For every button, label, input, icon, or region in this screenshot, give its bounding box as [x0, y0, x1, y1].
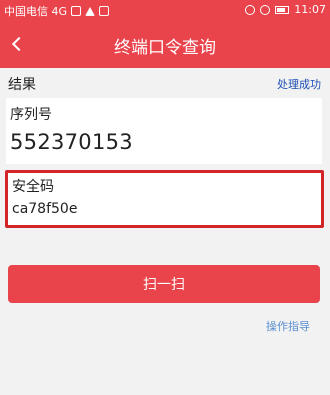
image-icon: [99, 6, 110, 16]
clock-text: 11:07: [294, 3, 326, 16]
serial-number-value: 552370153: [10, 130, 133, 154]
battery-icon: [275, 5, 290, 14]
serial-number-field: 序列号 552370153: [6, 98, 322, 164]
signal-icon: [71, 6, 82, 16]
alarm-icon: [245, 4, 256, 15]
security-code-value: ca78f50e: [12, 201, 78, 217]
wifi-icon: [260, 4, 271, 15]
serial-number-label: 序列号: [10, 107, 52, 123]
operation-guide-link[interactable]: 操作指导: [266, 318, 310, 334]
scan-button[interactable]: 扫一扫: [8, 265, 320, 303]
status-bar-right: 11:07: [245, 3, 326, 16]
navbar: 终端口令查询: [0, 20, 330, 68]
warning-icon: [85, 6, 96, 16]
status-bar-left: 中国电信 4G: [4, 3, 110, 19]
carrier-text: 中国电信 4G: [4, 5, 68, 18]
page-title: 终端口令查询: [114, 38, 216, 58]
security-code-field: 安全码 ca78f50e: [5, 170, 324, 228]
status-bar: 中国电信 4G 11:07: [0, 0, 330, 20]
result-label: 结果: [8, 77, 36, 93]
result-status: 处理成功: [277, 78, 321, 91]
security-code-label: 安全码: [12, 179, 54, 195]
